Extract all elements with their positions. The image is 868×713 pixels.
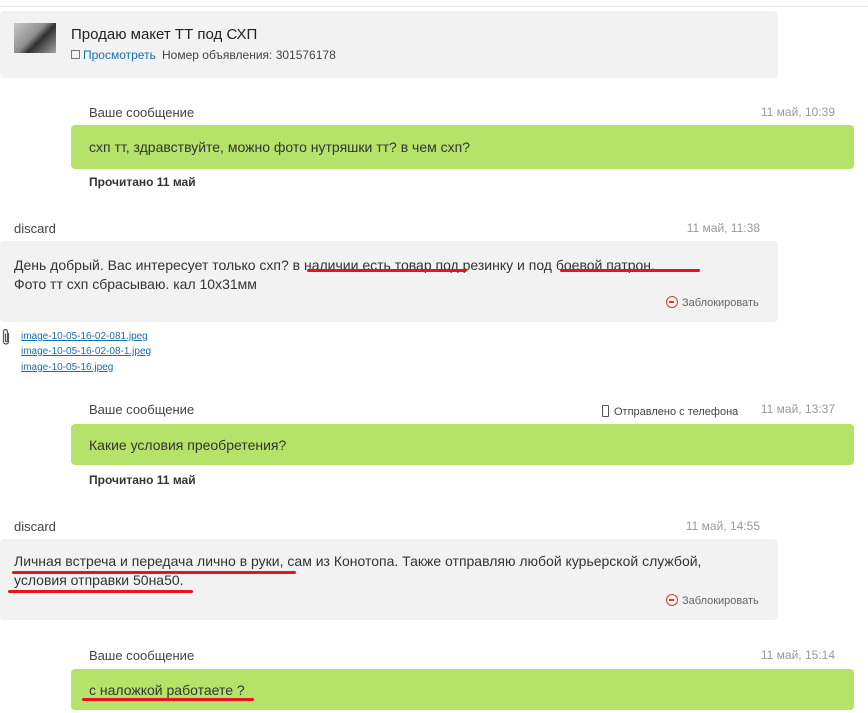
ad-number: Номер объявления: 301576178 — [162, 48, 336, 62]
text-segment: , сам из Конотопа. Также отправляю любой… — [279, 553, 702, 569]
phone-icon — [602, 405, 609, 417]
block-icon — [666, 296, 678, 308]
sent-from-phone: Отправлено с телефона — [602, 403, 738, 418]
top-divider — [0, 6, 868, 7]
text-segment-highlight: Личная встреча и передача лично в руки — [14, 553, 280, 569]
text-segment-highlight: условия отправки 50на50. — [14, 572, 184, 588]
phone-note-label: Отправлено с телефона — [614, 406, 739, 418]
ad-card — [0, 11, 778, 78]
attachment-link[interactable]: image-10-05-16-02-08-1.jpeg — [21, 346, 151, 357]
message-text: с наложкой работаете ? — [89, 682, 245, 698]
block-label[interactable]: Заблокировать — [682, 297, 759, 309]
block-label[interactable]: Заблокировать — [682, 595, 759, 607]
read-status: Прочитано 11 май — [89, 473, 196, 487]
attachment-link[interactable]: image-10-05-16.jpeg — [21, 362, 113, 373]
ad-view-link[interactable]: Просмотреть — [71, 48, 156, 62]
ad-thumbnail[interactable] — [14, 23, 56, 53]
text-line: Фото тт схп сбрасываю. кал 10х31мм — [14, 276, 257, 292]
message-author: discard — [14, 221, 56, 236]
message-text: схп тт, здравствуйте, можно фото нутряшк… — [89, 139, 471, 155]
annotation-underline — [8, 590, 193, 593]
annotation-underline — [82, 698, 254, 701]
attachment-link[interactable]: image-10-05-16-02-081.jpeg — [21, 331, 148, 342]
message-time: 11 май, 11:38 — [686, 221, 760, 235]
message-bubble-own: Какие условия преобретения? — [71, 424, 854, 465]
message-text: Какие условия преобретения? — [89, 437, 287, 453]
message-bubble-own: схп тт, здравствуйте, можно фото нутряшк… — [71, 125, 854, 169]
block-button[interactable]: Заблокировать — [666, 294, 759, 309]
message-author: Ваше сообщение — [89, 648, 195, 663]
message-time: 11 май, 10:39 — [760, 105, 835, 119]
block-icon — [666, 594, 678, 606]
message-time: 11 май, 14:55 — [685, 519, 760, 533]
message-author: discard — [14, 519, 56, 534]
ad-title[interactable]: Продаю макет ТТ под СХП — [71, 26, 257, 43]
external-link-icon — [71, 50, 80, 59]
block-button[interactable]: Заблокировать — [666, 592, 759, 607]
message-bubble-other: Личная встреча и передача лично в руки, … — [0, 539, 778, 620]
message-bubble-own: с наложкой работаете ? — [71, 669, 854, 710]
message-time: 11 май, 15:14 — [760, 648, 835, 662]
text-segment: День добрый. Вас интересует только схп? — [14, 257, 293, 273]
message-author: Ваше сообщение — [89, 105, 195, 120]
ad-view-label[interactable]: Просмотреть — [83, 48, 156, 62]
message-time: 11 май, 13:37 — [760, 402, 835, 416]
message-text: День добрый. Вас интересует только схп? … — [14, 256, 655, 294]
message-author: Ваше сообщение — [89, 402, 195, 417]
annotation-underline — [560, 269, 700, 272]
read-status: Прочитано 11 май — [89, 175, 196, 189]
annotation-underline — [307, 269, 467, 272]
annotation-underline — [12, 571, 296, 574]
message-bubble-other: День добрый. Вас интересует только схп? … — [0, 241, 778, 322]
paperclip-icon — [2, 328, 10, 345]
